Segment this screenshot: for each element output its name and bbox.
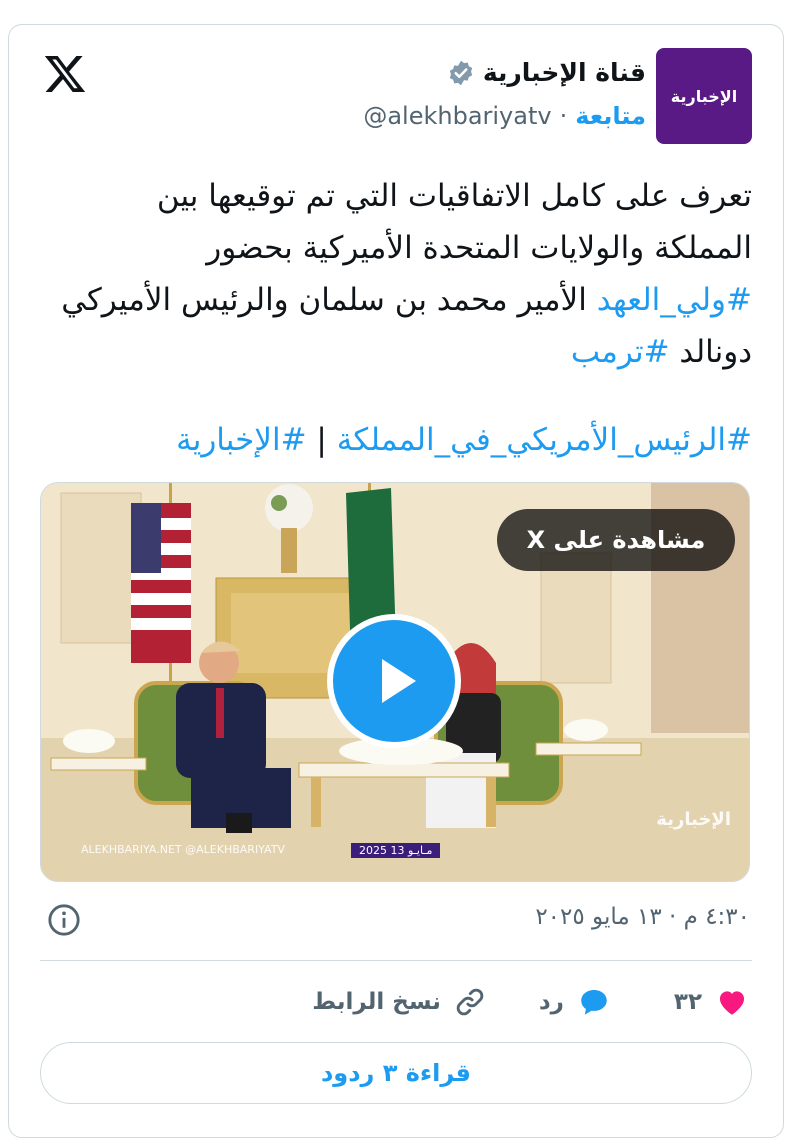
tweet-paragraph-2: #الرئيس_الأمريكي_في_المملكة | #الإخبارية xyxy=(52,414,752,466)
play-icon xyxy=(382,659,416,703)
read-replies-label: قراءة ٣ ردود xyxy=(320,1059,472,1087)
watch-on-x-button[interactable]: مشاهدة على X xyxy=(497,509,735,571)
video-channel-logo: الإخبارية xyxy=(656,809,731,830)
follow-button[interactable]: متابعة xyxy=(575,102,646,130)
copy-link-label: نسخ الرابط xyxy=(312,989,441,1015)
like-count: ٣٢ xyxy=(673,989,702,1015)
divider xyxy=(40,960,752,961)
link-icon xyxy=(456,988,484,1016)
play-button[interactable] xyxy=(327,614,461,748)
reply-button[interactable]: رد xyxy=(539,985,612,1019)
avatar-text: الإخبارية xyxy=(670,86,738,106)
tweet-paragraph-1: تعرف على كامل الاتفاقيات التي تم توقيعها… xyxy=(52,170,752,378)
hashtag-pipe: | xyxy=(306,422,337,458)
handle-row: متابعة · @alekhbariyatv xyxy=(363,102,646,130)
hashtag-channel[interactable]: #الإخبارية xyxy=(176,422,306,458)
account-name-row[interactable]: قناة الإخبارية xyxy=(447,58,646,87)
video-date-badge: 2025 مـايـو 13 xyxy=(351,843,441,858)
copy-link-button[interactable]: نسخ الرابط xyxy=(312,985,487,1019)
tweet-text-part-1: تعرف على كامل الاتفاقيات التي تم توقيعها… xyxy=(156,178,752,266)
video-watermark: ALEKHBARIYA.NET @ALEKHBARIYATV xyxy=(81,843,285,856)
action-bar: ٣٢ رد نسخ الرابط xyxy=(312,980,750,1024)
x-logo-icon[interactable] xyxy=(42,52,88,96)
account-handle[interactable]: @alekhbariyatv xyxy=(363,102,551,130)
hashtag-president[interactable]: #الرئيس_الأمريكي_في_المملكة xyxy=(337,422,752,458)
watch-on-x-label: مشاهدة على X xyxy=(526,526,706,554)
avatar[interactable]: الإخبارية xyxy=(656,48,752,144)
read-replies-button[interactable]: قراءة ٣ ردود xyxy=(40,1042,752,1104)
reply-bubble-icon xyxy=(581,989,607,1015)
tweet-text: تعرف على كامل الاتفاقيات التي تم توقيعها… xyxy=(52,170,752,466)
account-name[interactable]: قناة الإخبارية xyxy=(483,58,646,87)
reply-label: رد xyxy=(538,989,564,1015)
hashtag-trump[interactable]: #ترمب xyxy=(571,334,670,370)
heart-icon xyxy=(719,991,745,1015)
info-icon[interactable] xyxy=(47,903,81,937)
tweet-timestamp[interactable]: ٤:٣٠ م · ١٣ مايو ٢٠٢٥ xyxy=(535,904,750,930)
separator-dot: · xyxy=(559,102,568,130)
video-media[interactable]: مشاهدة على X ALEKHBARIYA.NET @ALEKHBARIY… xyxy=(40,482,750,882)
hashtag-crown-prince[interactable]: #ولي_العهد xyxy=(597,282,752,318)
verified-badge-icon xyxy=(449,60,473,85)
like-button[interactable]: ٣٢ xyxy=(674,985,750,1019)
